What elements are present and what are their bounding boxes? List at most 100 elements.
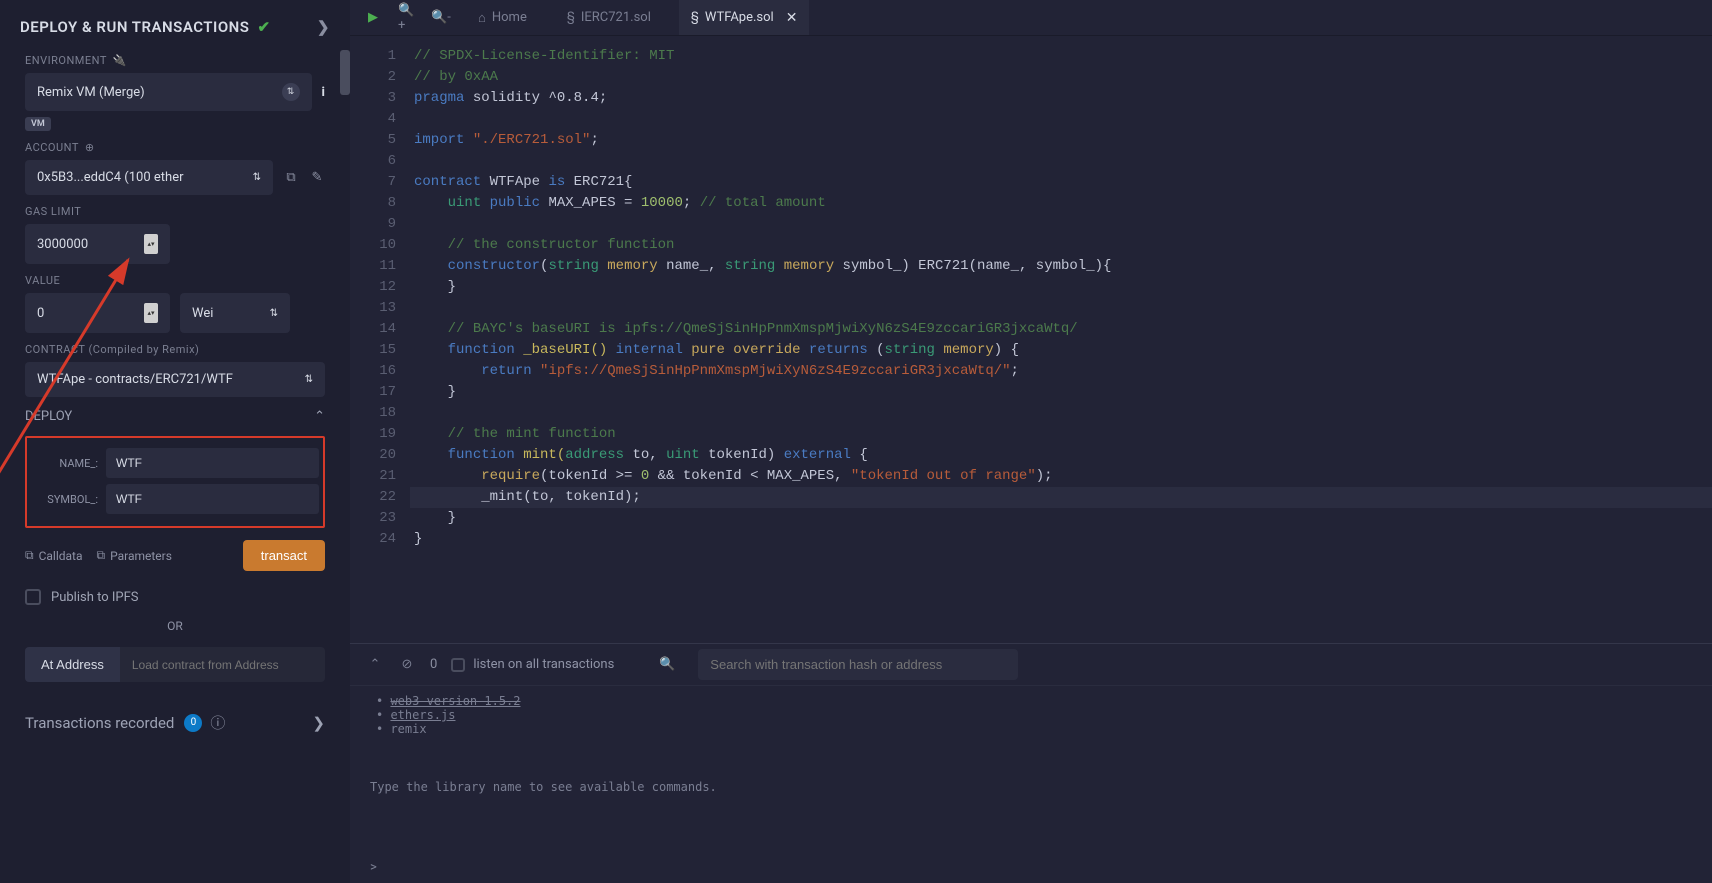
- code-editor[interactable]: 123456789101112131415161718192021222324 …: [350, 36, 1712, 643]
- code-line[interactable]: // SPDX-License-Identifier: MIT: [410, 46, 1712, 67]
- plug-icon: 🔌: [113, 54, 127, 67]
- caret-icon: ⇅: [270, 308, 278, 319]
- code-line[interactable]: // the mint function: [410, 424, 1712, 445]
- ban-icon[interactable]: ⊘: [398, 656, 416, 674]
- param-row: NAME_:: [31, 448, 319, 478]
- code-line[interactable]: require(tokenId >= 0 && tokenId < MAX_AP…: [410, 466, 1712, 487]
- contract-select[interactable]: WTFApe - contracts/ERC721/WTF ⇅: [25, 362, 325, 397]
- search-icon[interactable]: 🔍: [658, 656, 676, 674]
- gas-limit-input[interactable]: 3000000 ▴▾: [25, 224, 170, 264]
- close-icon[interactable]: ✕: [786, 10, 798, 26]
- tx-recorded-row[interactable]: Transactions recorded 0 ⓘ ❯: [0, 682, 350, 743]
- contract-label: CONTRACT (Compiled by Remix): [25, 343, 325, 356]
- chevron-right-icon: ❯: [312, 714, 325, 732]
- edit-icon[interactable]: ✎: [309, 170, 325, 186]
- zoom-out-icon[interactable]: 🔍-: [432, 9, 450, 27]
- code-line[interactable]: [410, 151, 1712, 172]
- editor-toolbar: ▶ 🔍+ 🔍- ⌂ Home §IERC721.sol §WTFApe.sol✕: [350, 0, 1712, 36]
- listen-label: listen on all transactions: [473, 657, 614, 672]
- code-line[interactable]: contract WTFApe is ERC721{: [410, 172, 1712, 193]
- gas-limit-label: GAS LIMIT: [25, 205, 325, 218]
- copy-icon[interactable]: ⧉: [283, 170, 299, 186]
- code-line[interactable]: }: [410, 277, 1712, 298]
- code-line[interactable]: [410, 109, 1712, 130]
- chevron-up-icon[interactable]: ⌃: [314, 409, 325, 424]
- code-line[interactable]: [410, 214, 1712, 235]
- account-label: ACCOUNT ⊕: [25, 141, 325, 154]
- play-icon[interactable]: ▶: [364, 9, 382, 27]
- account-select[interactable]: 0x5B3...eddC4 (100 ether ⇅: [25, 160, 273, 195]
- solidity-icon: §: [567, 10, 575, 25]
- value-label: VALUE: [25, 274, 325, 287]
- code-line[interactable]: return "ipfs://QmeSjSinHpPnmXmspMjwiXyN6…: [410, 361, 1712, 382]
- tab-wtfape-sol[interactable]: §WTFApe.sol✕: [679, 0, 810, 35]
- deploy-header: DEPLOY ⌃: [0, 397, 350, 430]
- terminal-line: • web3 version 1.5.2: [376, 694, 1692, 708]
- info-icon[interactable]: ⓘ: [210, 712, 225, 733]
- or-divider: OR: [0, 605, 350, 647]
- panel-title: DEPLOY & RUN TRANSACTIONS: [20, 18, 249, 36]
- copy-icon: ⧉: [97, 548, 106, 563]
- terminal-body: • web3 version 1.5.2• ethers.js• remix: [350, 686, 1712, 766]
- tab-ierc721-sol[interactable]: §IERC721.sol: [555, 0, 663, 35]
- transact-button[interactable]: transact: [243, 540, 325, 571]
- terminal-panel: ⌃ ⊘ 0 listen on all transactions 🔍 • web…: [350, 643, 1712, 883]
- info-icon[interactable]: i: [322, 85, 325, 100]
- terminal-line: • remix: [376, 722, 1692, 736]
- code-line[interactable]: function _baseURI() internal pure overri…: [410, 340, 1712, 361]
- code-line[interactable]: function mint(address to, uint tokenId) …: [410, 445, 1712, 466]
- code-line[interactable]: pragma solidity ^0.8.4;: [410, 88, 1712, 109]
- plus-circle-icon[interactable]: ⊕: [85, 141, 95, 154]
- name-input[interactable]: [106, 448, 319, 478]
- param-label-name: NAME_:: [31, 457, 106, 470]
- code-area[interactable]: // SPDX-License-Identifier: MIT// by 0xA…: [410, 36, 1712, 643]
- publish-label: Publish to IPFS: [51, 590, 139, 605]
- code-line[interactable]: }: [410, 529, 1712, 550]
- check-icon: ✔: [257, 18, 270, 36]
- terminal-hint: Type the library name to see available c…: [350, 766, 1712, 852]
- caret-icon: ⇅: [253, 172, 261, 183]
- code-line[interactable]: uint public MAX_APES = 10000; // total a…: [410, 193, 1712, 214]
- symbol-input[interactable]: [106, 484, 319, 514]
- load-address-input[interactable]: [120, 647, 325, 682]
- listen-checkbox[interactable]: [451, 658, 465, 672]
- at-address-button[interactable]: At Address: [25, 647, 120, 682]
- calldata-button[interactable]: ⧉ Calldata: [25, 548, 83, 563]
- chevron-up-icon[interactable]: ⌃: [366, 656, 384, 674]
- parameters-button[interactable]: ⧉ Parameters: [97, 548, 172, 563]
- tx-count-badge: 0: [184, 714, 202, 732]
- environment-select[interactable]: Remix VM (Merge) ⇅: [25, 73, 312, 111]
- zoom-in-icon[interactable]: 🔍+: [398, 9, 416, 27]
- solidity-icon: §: [691, 10, 699, 25]
- terminal-prompt[interactable]: >: [350, 852, 1712, 883]
- code-line[interactable]: [410, 403, 1712, 424]
- code-line[interactable]: // BAYC's baseURI is ipfs://QmeSjSinHpPn…: [410, 319, 1712, 340]
- code-line[interactable]: // the constructor function: [410, 235, 1712, 256]
- spinner-icon[interactable]: ▴▾: [144, 234, 158, 254]
- sidebar-scrollbar[interactable]: [340, 50, 350, 95]
- line-gutter: 123456789101112131415161718192021222324: [350, 36, 410, 643]
- vm-badge: VM: [25, 117, 51, 131]
- caret-icon: ⇅: [282, 83, 300, 101]
- code-line[interactable]: _mint(to, tokenId);: [410, 487, 1712, 508]
- code-line[interactable]: [410, 298, 1712, 319]
- pending-count: 0: [430, 657, 437, 672]
- tab-home[interactable]: ⌂ Home: [466, 0, 539, 35]
- spinner-icon[interactable]: ▴▾: [144, 303, 158, 323]
- value-unit-select[interactable]: Wei ⇅: [180, 293, 290, 333]
- code-line[interactable]: import "./ERC721.sol";: [410, 130, 1712, 151]
- value-input[interactable]: 0 ▴▾: [25, 293, 170, 333]
- publish-checkbox[interactable]: [25, 589, 41, 605]
- deploy-params-box: NAME_: SYMBOL_:: [25, 436, 325, 528]
- code-line[interactable]: }: [410, 508, 1712, 529]
- caret-icon: ⇅: [305, 374, 313, 385]
- home-icon: ⌂: [478, 10, 486, 26]
- copy-icon: ⧉: [25, 548, 34, 563]
- panel-header: DEPLOY & RUN TRANSACTIONS ✔ ❯: [0, 10, 350, 44]
- chevron-right-icon[interactable]: ❯: [317, 18, 330, 36]
- code-line[interactable]: }: [410, 382, 1712, 403]
- environment-label: ENVIRONMENT 🔌: [25, 54, 325, 67]
- code-line[interactable]: constructor(string memory name_, string …: [410, 256, 1712, 277]
- terminal-search-input[interactable]: [698, 649, 1018, 680]
- code-line[interactable]: // by 0xAA: [410, 67, 1712, 88]
